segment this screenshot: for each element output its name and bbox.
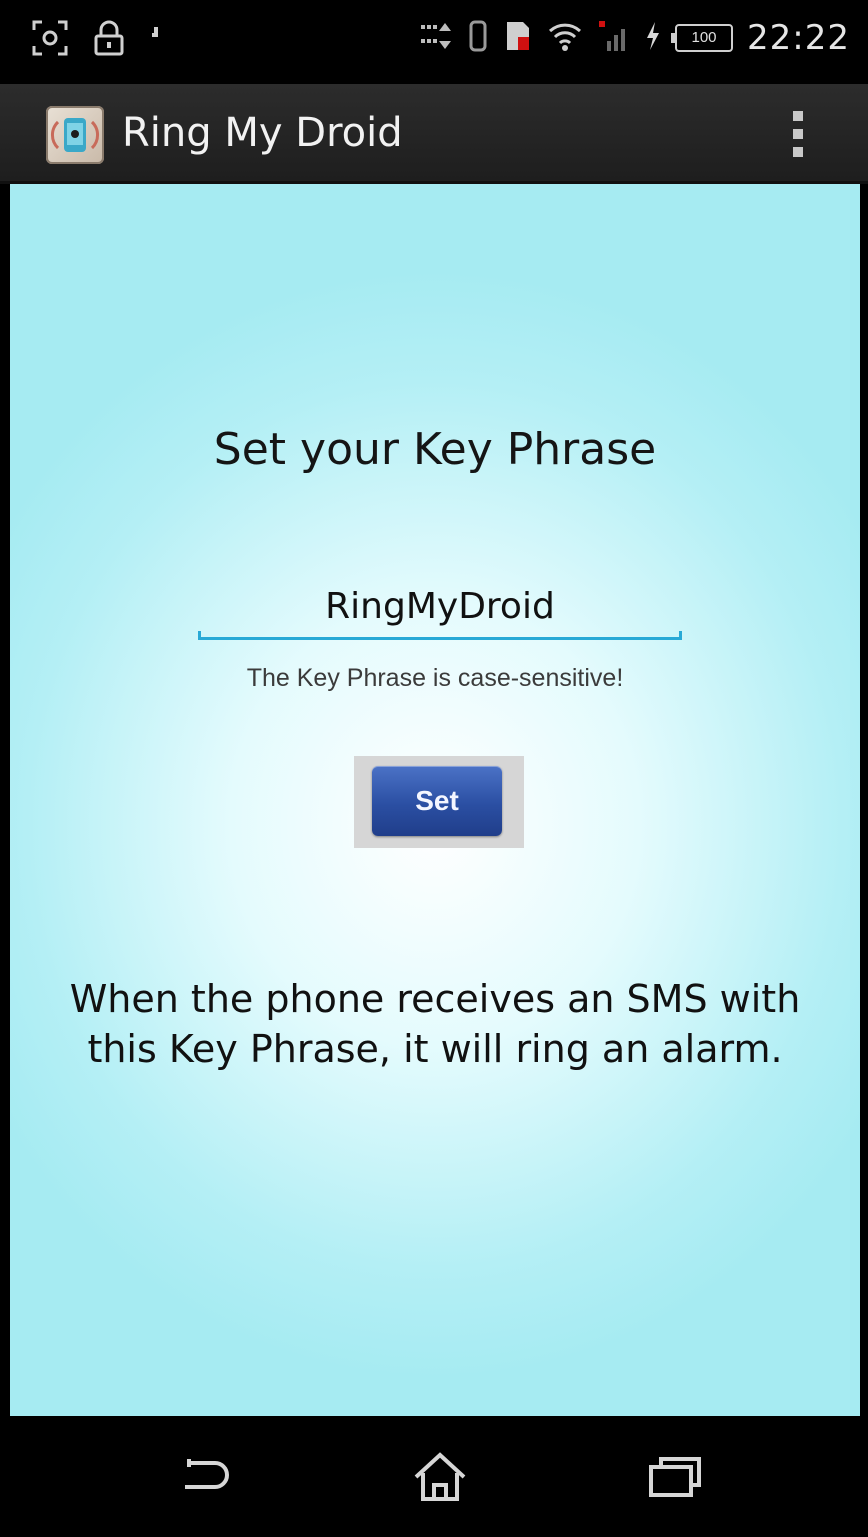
wifi-icon (547, 19, 583, 58)
notification-icon (148, 23, 164, 58)
overflow-dot (793, 111, 803, 121)
vibrate-icon (467, 19, 489, 58)
navigation-bar (0, 1416, 868, 1537)
action-bar: Ring My Droid (0, 84, 868, 184)
status-bar-right: 100 22:22 (419, 18, 850, 58)
status-bar: 100 22:22 (0, 0, 868, 84)
recent-apps-icon[interactable] (630, 1442, 720, 1512)
screenshot-icon (30, 18, 70, 63)
sim-icon (503, 19, 533, 58)
charging-icon (645, 20, 661, 57)
key-phrase-value[interactable]: RingMyDroid (198, 582, 682, 632)
app-title: Ring My Droid (122, 110, 403, 156)
status-bar-left (30, 18, 164, 63)
main-content: Set your Key Phrase RingMyDroid The Key … (10, 184, 860, 1416)
input-underline (198, 631, 682, 640)
signal-icon (597, 19, 631, 58)
ring-my-droid-app-icon[interactable] (46, 106, 104, 164)
home-icon[interactable] (395, 1442, 485, 1512)
overflow-dot (793, 129, 803, 139)
case-sensitive-hint: The Key Phrase is case-sensitive! (246, 664, 624, 692)
lock-icon (92, 18, 126, 63)
page-heading: Set your Key Phrase (213, 424, 657, 475)
back-icon[interactable] (160, 1442, 250, 1512)
battery-icon: 100 (671, 24, 734, 52)
overflow-menu-icon[interactable] (778, 104, 818, 164)
description-text: When the phone receives an SMS with this… (69, 977, 801, 1071)
data-activity-icon (419, 19, 453, 58)
key-phrase-input[interactable]: RingMyDroid (198, 582, 682, 642)
set-button-frame: Set (354, 756, 524, 848)
phone-screen: 100 22:22 Ring My Droid Set your Key Phr… (0, 0, 868, 1537)
status-bar-clock: 22:22 (747, 18, 850, 58)
set-button[interactable]: Set (372, 766, 502, 836)
overflow-dot (793, 147, 803, 157)
